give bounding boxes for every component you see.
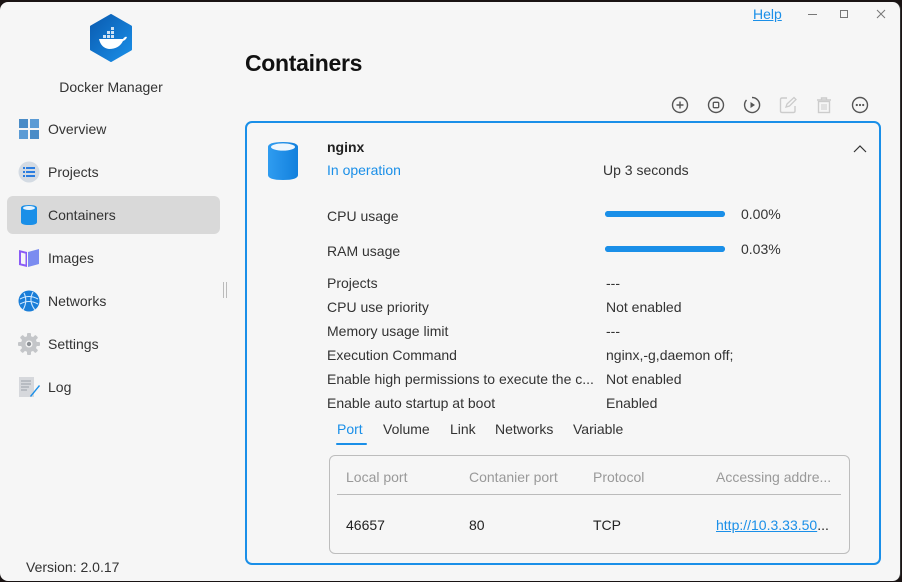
container-status: In operation (327, 162, 401, 178)
sidebar-item-log[interactable]: Log (7, 368, 220, 406)
page-title: Containers (245, 50, 363, 76)
column-header-access-address: Accessing addre... (716, 469, 832, 485)
detail-label-memory-limit: Memory usage limit (327, 323, 449, 339)
chevron-up-icon[interactable] (852, 143, 868, 155)
detail-label-auto-startup: Enable auto startup at boot (327, 395, 496, 411)
detail-value-memory-limit: --- (606, 323, 620, 339)
images-book-icon (18, 247, 40, 269)
tab-variable[interactable]: Variable (573, 421, 623, 437)
app-name: Docker Manager (59, 79, 163, 95)
detail-label-high-permissions: Enable high permissions to execute the c… (327, 371, 594, 387)
projects-list-icon (18, 161, 40, 183)
sidebar: Docker Manager Overview Projects Contain… (0, 2, 228, 581)
sidebar-item-overview[interactable]: Overview (7, 110, 220, 148)
container-cylinder-icon (268, 142, 298, 180)
detail-label-cpu-priority: CPU use priority (327, 299, 429, 315)
tab-port[interactable]: Port (337, 421, 363, 437)
tab-volume[interactable]: Volume (383, 421, 430, 437)
container-card[interactable]: nginx In operation Up 3 seconds CPU usag… (245, 121, 881, 565)
address-ellipsis: ... (817, 517, 829, 533)
tab-link[interactable]: Link (450, 421, 476, 437)
ram-usage-label: RAM usage (327, 243, 401, 259)
tab-networks[interactable]: Networks (495, 421, 553, 437)
cpu-usage-label: CPU usage (327, 208, 399, 224)
access-address-link[interactable]: http://10.3.33.50 (716, 517, 817, 533)
stop-circle-icon (707, 96, 725, 114)
restart-container-button[interactable] (742, 95, 762, 115)
detail-value-auto-startup: Enabled (606, 395, 658, 411)
sidebar-item-images[interactable]: Images (7, 239, 220, 277)
cell-local-port: 46657 (346, 517, 385, 533)
sidebar-resize-handle[interactable] (223, 282, 227, 298)
app-version: Version: 2.0.17 (26, 559, 120, 575)
sidebar-item-label: Projects (48, 164, 99, 180)
sidebar-item-label: Settings (48, 336, 99, 352)
minimize-icon (808, 14, 817, 15)
container-uptime: Up 3 seconds (603, 162, 689, 178)
port-table: Local port Contanier port Protocol Acces… (329, 455, 850, 554)
log-document-icon (18, 376, 40, 398)
container-name: nginx (327, 139, 365, 155)
sidebar-item-projects[interactable]: Projects (7, 153, 220, 191)
plus-circle-icon (671, 96, 689, 114)
sidebar-item-networks[interactable]: Networks (7, 282, 220, 320)
settings-gear-icon (18, 333, 40, 355)
container-cylinder-icon (18, 204, 40, 226)
networks-globe-icon (18, 290, 40, 312)
restart-play-icon (743, 96, 761, 114)
help-link[interactable]: Help (753, 6, 782, 22)
ram-usage-bar (605, 246, 725, 252)
ram-usage-value: 0.03% (741, 241, 781, 257)
stop-container-button[interactable] (706, 95, 726, 115)
cell-container-port: 80 (469, 517, 485, 533)
cpu-usage-bar-fill (605, 211, 725, 217)
column-header-container-port: Contanier port (469, 469, 558, 485)
trash-icon (817, 97, 831, 114)
cpu-usage-bar (605, 211, 725, 217)
column-header-local-port: Local port (346, 469, 408, 485)
sidebar-item-label: Containers (48, 207, 116, 223)
cell-access-address: http://10.3.33.50... (716, 517, 829, 533)
docker-logo-icon (90, 14, 132, 62)
delete-container-button[interactable] (814, 95, 834, 115)
sidebar-item-label: Networks (48, 293, 107, 309)
maximize-icon (840, 10, 848, 18)
ram-usage-bar-fill (605, 246, 725, 252)
column-header-protocol: Protocol (593, 469, 645, 485)
sidebar-item-settings[interactable]: Settings (7, 325, 220, 363)
detail-label-exec-command: Execution Command (327, 347, 457, 363)
close-button[interactable] (871, 5, 891, 23)
overview-grid-icon (18, 118, 40, 140)
edit-icon (779, 96, 797, 114)
detail-value-exec-command: nginx,-g,daemon off; (606, 347, 734, 363)
cell-protocol: TCP (593, 517, 621, 533)
sidebar-item-label: Overview (48, 121, 107, 137)
edit-container-button[interactable] (778, 95, 798, 115)
minimize-button[interactable] (803, 5, 823, 23)
close-icon (876, 9, 886, 19)
add-container-button[interactable] (670, 95, 690, 115)
detail-value-cpu-priority: Not enabled (606, 299, 682, 315)
header-divider (337, 494, 841, 495)
more-actions-button[interactable] (850, 95, 870, 115)
maximize-button[interactable] (834, 5, 854, 23)
sidebar-item-containers[interactable]: Containers (7, 196, 220, 234)
detail-value-high-permissions: Not enabled (606, 371, 682, 387)
detail-label-projects: Projects (327, 275, 378, 291)
cpu-usage-value: 0.00% (741, 206, 781, 222)
active-tab-indicator (336, 443, 367, 445)
app-window: Docker Manager Overview Projects Contain… (0, 2, 901, 581)
sidebar-item-label: Log (48, 379, 72, 395)
detail-value-projects: --- (606, 275, 620, 291)
sidebar-item-label: Images (48, 250, 94, 266)
more-ellipsis-icon (851, 96, 869, 114)
